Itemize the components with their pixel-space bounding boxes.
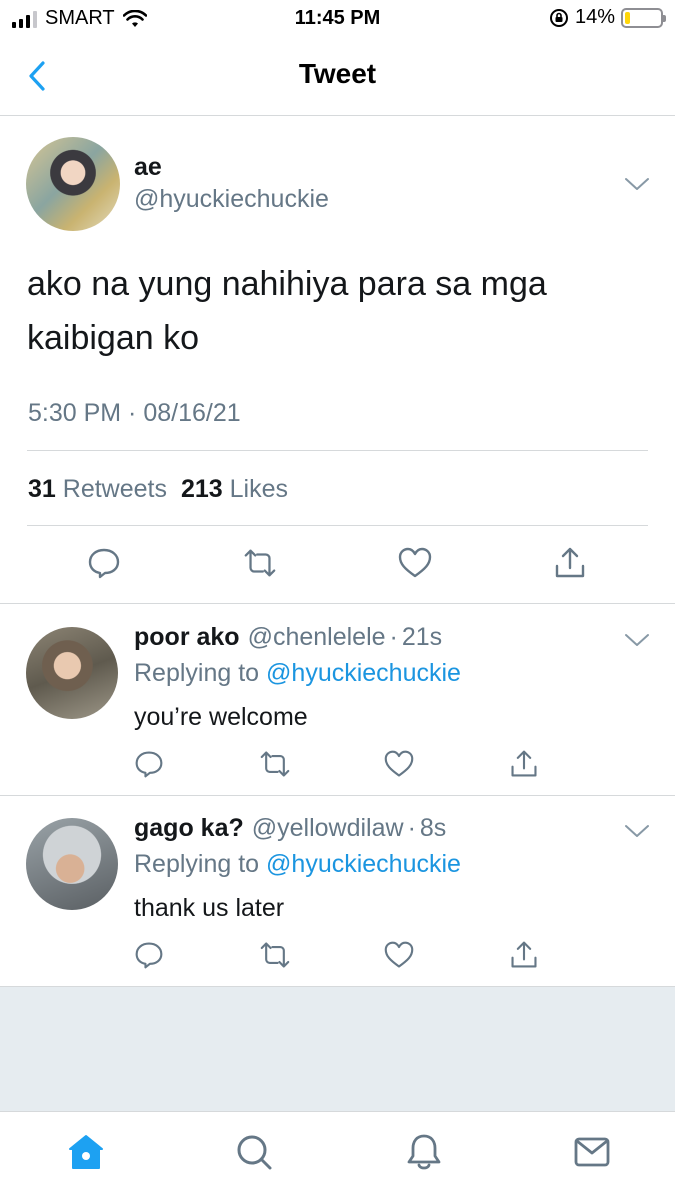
tweet-text: ako na yung nahihiya para sa mga kaibiga… (27, 265, 547, 357)
tab-search[interactable] (232, 1130, 276, 1174)
battery-level (625, 11, 630, 24)
reply-actions (0, 748, 675, 782)
author-name[interactable]: ae (134, 153, 162, 182)
retweets-count: 31 (28, 475, 56, 503)
reply-text: thank us later (134, 894, 285, 922)
retweet-button[interactable] (258, 748, 292, 780)
separator-dot: · (389, 623, 398, 651)
tweet-age: 21s (401, 623, 443, 651)
messages-icon (574, 1137, 610, 1167)
author-name[interactable]: gago ka? (134, 814, 244, 842)
page-title: Tweet (298, 58, 377, 89)
search-icon (237, 1135, 272, 1170)
likes-count: 213 (180, 475, 223, 503)
tweet-stats: 31 Retweets 213 Likes (28, 475, 302, 504)
replying-to-label: Replying to (134, 659, 260, 687)
separator-dot: · (407, 814, 416, 842)
chevron-down-icon[interactable] (624, 631, 650, 649)
retweets-stat[interactable]: 31 Retweets (28, 475, 167, 504)
share-icon (511, 941, 537, 968)
mention-link[interactable]: @hyuckiechuckie (266, 659, 461, 687)
like-button[interactable] (397, 545, 433, 581)
reply-actions (0, 939, 675, 973)
retweet-button[interactable] (242, 545, 278, 581)
like-button[interactable] (383, 939, 415, 971)
navigation-bar: Tweet (0, 40, 675, 116)
likes-label: Likes (229, 475, 289, 503)
retweet-icon (244, 549, 276, 577)
reply-header: gago ka? @yellowdilaw · 8s (134, 814, 446, 843)
battery-icon (621, 7, 666, 28)
orientation-lock-icon (549, 8, 568, 27)
replying-to: Replying to @hyuckiechuckie (134, 659, 461, 688)
reply-button[interactable] (86, 545, 122, 581)
empty-feed-area (0, 987, 675, 1111)
status-right: 14% (549, 6, 666, 29)
reply-button[interactable] (133, 939, 165, 971)
tab-home[interactable] (64, 1130, 108, 1174)
replying-to-label: Replying to (134, 850, 260, 878)
reply-icon (135, 751, 163, 778)
tab-messages[interactable] (570, 1130, 614, 1174)
author-handle[interactable]: @yellowdilaw (252, 814, 404, 842)
reply-icon (135, 942, 163, 969)
share-button[interactable] (508, 748, 540, 780)
chevron-down-icon[interactable] (624, 175, 650, 193)
like-icon (384, 941, 414, 968)
share-icon (511, 750, 537, 777)
retweet-icon (260, 751, 290, 777)
status-bar: SMART 11:45 PM 14% (0, 0, 675, 40)
like-icon (384, 750, 414, 777)
author-name[interactable]: poor ako (134, 623, 240, 651)
like-icon (398, 547, 432, 578)
share-icon (555, 547, 585, 578)
reply-tweet[interactable]: poor ako @chenlelele · 21s Replying to @hyu… (0, 605, 675, 796)
reply-tweet[interactable]: gago ka? @yellowdilaw · 8s Replying to @hyu… (0, 796, 675, 987)
tweet-age: 8s (419, 814, 447, 842)
like-button[interactable] (383, 748, 415, 780)
divider (27, 525, 648, 526)
tweet-timestamp: 5:30 PM · 08/16/21 (28, 399, 241, 427)
notifications-icon (407, 1134, 441, 1170)
replying-to: Replying to @hyuckiechuckie (134, 850, 461, 879)
mention-link[interactable]: @hyuckiechuckie (266, 850, 461, 878)
reply-text: you’re welcome (134, 703, 308, 731)
author-handle[interactable]: @chenlelele (248, 623, 386, 651)
retweet-button[interactable] (258, 939, 292, 971)
retweet-icon (260, 942, 290, 968)
battery-percent: 14% (574, 6, 615, 28)
tab-bar (0, 1111, 675, 1200)
share-button[interactable] (508, 939, 540, 971)
author-handle[interactable]: @hyuckiechuckie (134, 185, 329, 214)
main-tweet: ae @hyuckiechuckie ako na yung nahihiya … (0, 117, 675, 604)
share-button[interactable] (552, 545, 588, 581)
reply-header: poor ako @chenlelele · 21s (134, 623, 442, 652)
retweets-label: Retweets (62, 475, 167, 503)
avatar[interactable] (26, 137, 120, 231)
avatar[interactable] (26, 627, 118, 719)
reply-icon (88, 548, 120, 579)
likes-stat[interactable]: 213 Likes (181, 475, 288, 504)
home-icon (69, 1135, 103, 1169)
reply-button[interactable] (133, 748, 165, 780)
tab-notifications[interactable] (402, 1130, 446, 1174)
tweet-actions (0, 545, 675, 585)
divider (27, 450, 648, 451)
avatar[interactable] (26, 818, 118, 910)
chevron-down-icon[interactable] (624, 822, 650, 840)
